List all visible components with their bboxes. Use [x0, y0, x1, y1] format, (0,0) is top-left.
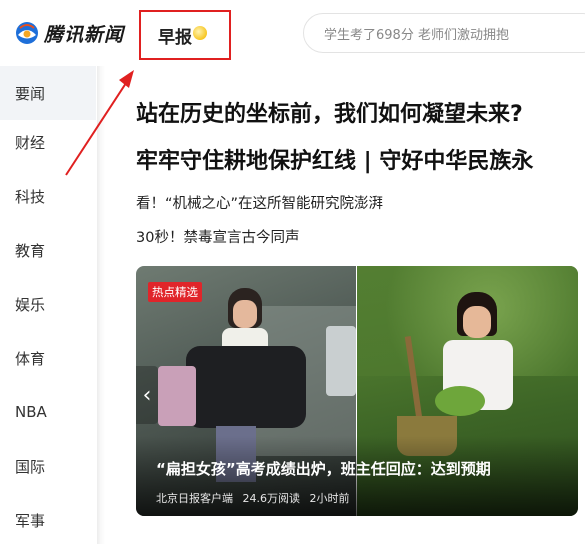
sun-icon — [193, 26, 207, 40]
subheadline-link[interactable]: 30秒！禁毒宣言古今同声 — [136, 226, 299, 247]
hot-pick-badge: 热点精选 — [148, 282, 202, 302]
sidebar-item-entertainment[interactable]: 娱乐 — [0, 277, 96, 331]
sidebar-item-international[interactable]: 国际 — [0, 439, 96, 493]
sidebar-nav: 要闻 财经 科技 教育 娱乐 体育 NBA 国际 军事 — [0, 66, 96, 544]
chevron-left-icon[interactable]: ‹ — [136, 366, 158, 424]
sidebar-item-label: 科技 — [15, 187, 46, 206]
sidebar-item-label: 国际 — [15, 457, 46, 476]
black-bag — [186, 346, 306, 428]
sidebar-item-headlines[interactable]: 要闻 — [0, 66, 96, 120]
sidebar-item-label: 娱乐 — [15, 295, 46, 314]
feature-news-card[interactable]: 热点精选 ‹ “扁担女孩”高考成绩出炉，班主任回应：达到预期 北京日报客户端 2… — [136, 266, 578, 516]
feature-meta: 北京日报客户端 24.6万阅读 2小时前 — [156, 490, 356, 506]
sidebar-item-military[interactable]: 军事 — [0, 493, 96, 547]
pink-bag — [158, 366, 196, 426]
morning-brief-button[interactable]: 早报 — [139, 10, 231, 60]
sidebar-item-label: NBA — [15, 403, 47, 421]
sidebar-item-tech[interactable]: 科技 — [0, 169, 96, 223]
feature-time: 2小时前 — [309, 492, 350, 505]
sidebar-item-label: 要闻 — [15, 84, 46, 103]
morning-brief-label: 早报 — [158, 27, 192, 48]
tencent-news-logo[interactable]: 腾讯新闻 — [14, 18, 124, 48]
sidebar-item-education[interactable]: 教育 — [0, 223, 96, 277]
headline-link[interactable]: 站在历史的坐标前，我们如何凝望未来? — [136, 96, 523, 128]
person-face — [463, 306, 491, 338]
search-input[interactable]: 学生考了698分 老师们激动拥抱 — [303, 13, 585, 53]
headline-link[interactable]: 牢牢守住耕地保护红线 | 守好中华民族永 — [136, 143, 533, 175]
sidebar-item-finance[interactable]: 财经 — [0, 115, 96, 169]
top-header: 腾讯新闻 早报 学生考了698分 老师们激动拥抱 — [0, 0, 585, 66]
sidebar-item-label: 体育 — [15, 349, 46, 368]
search-placeholder: 学生考了698分 老师们激动拥抱 — [324, 27, 509, 43]
sidebar-item-nba[interactable]: NBA — [0, 385, 96, 439]
feature-reads: 24.6万阅读 — [242, 492, 301, 505]
green-plants — [435, 386, 485, 416]
subheadline-link[interactable]: 看！“机械之心”在这所智能研究院澎湃 — [136, 192, 383, 213]
feature-title[interactable]: “扁担女孩”高考成绩出炉，班主任回应：达到预期 — [156, 458, 491, 479]
sidebar-item-label: 军事 — [15, 511, 46, 530]
logo-text: 腾讯新闻 — [44, 23, 125, 46]
person-face — [233, 300, 257, 328]
sidebar-divider — [97, 66, 105, 544]
feature-source[interactable]: 北京日报客户端 — [156, 492, 233, 505]
background-car — [326, 326, 356, 396]
sidebar-item-label: 教育 — [15, 241, 46, 260]
sidebar-item-sports[interactable]: 体育 — [0, 331, 96, 385]
logo-icon — [16, 22, 38, 44]
sidebar-item-label: 财经 — [15, 133, 46, 152]
